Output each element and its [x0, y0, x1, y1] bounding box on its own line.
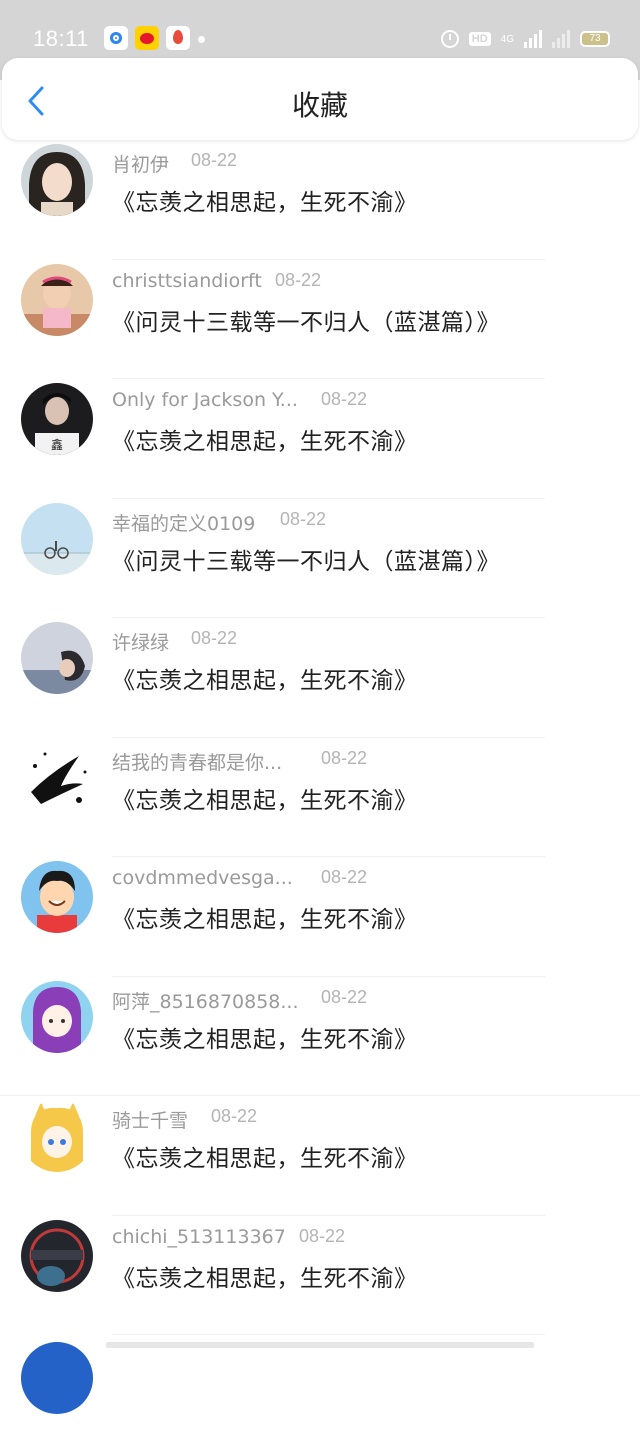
- item-title[interactable]: 《忘羡之相思起，生死不渝》: [112, 422, 418, 456]
- item-author[interactable]: 肖初伊: [112, 150, 169, 177]
- list-item[interactable]: 许绿绿 08-22 《忘羡之相思起，生死不渝》: [0, 618, 640, 738]
- item-date: 08-22: [191, 628, 238, 648]
- item-title[interactable]: 《忘羡之相思起，生死不渝》: [112, 1139, 418, 1173]
- item-date: 08-22: [321, 986, 368, 1007]
- avatar[interactable]: [21, 1219, 93, 1292]
- battery-icon: 73: [580, 31, 610, 47]
- item-author[interactable]: 阿萍_8516870858...: [112, 987, 299, 1014]
- item-author[interactable]: 结我的青春都是你...: [112, 748, 282, 775]
- avatar[interactable]: [21, 980, 93, 1053]
- item-author[interactable]: 幸福的定义0109: [112, 509, 255, 536]
- avatar[interactable]: [21, 1342, 93, 1414]
- list-item[interactable]: 结我的青春都是你... 08-22 《忘羡之相思起，生死不渝》: [0, 738, 640, 857]
- list-item[interactable]: christtsiandiorft 08-22 《问灵十三载等一不归人（蓝湛篇）…: [0, 260, 640, 379]
- item-author[interactable]: Only for Jackson Y...: [112, 389, 298, 411]
- signal-2-icon: [552, 30, 570, 48]
- item-author[interactable]: 许绿绿: [112, 628, 169, 655]
- item-author[interactable]: christtsiandiorft: [112, 270, 262, 292]
- list-item[interactable]: 阿萍_8516870858... 08-22 《忘羡之相思起，生死不渝》: [0, 977, 640, 1096]
- avatar[interactable]: [21, 263, 93, 336]
- item-date: 08-22: [275, 269, 322, 290]
- avatar[interactable]: [21, 1100, 93, 1172]
- list-item[interactable]: 肖初伊 08-22 《忘羡之相思起，生死不渝》: [0, 140, 640, 260]
- item-title[interactable]: 《忘羡之相思起，生死不渝》: [112, 781, 418, 815]
- item-title[interactable]: 《问灵十三载等一不归人（蓝湛篇）》: [112, 542, 500, 576]
- favorites-list: 肖初伊 08-22 《忘羡之相思起，生死不渝》 christtsiandiorf…: [0, 140, 640, 1455]
- item-title[interactable]: 《忘羡之相思起，生死不渝》: [112, 183, 418, 217]
- item-author[interactable]: chichi_513113367: [112, 1226, 286, 1248]
- item-title[interactable]: 《忘羡之相思起，生死不渝》: [112, 661, 418, 695]
- header: 收藏: [2, 58, 638, 140]
- avatar[interactable]: 鑫: [21, 383, 93, 455]
- avatar[interactable]: [21, 741, 93, 814]
- alarm-icon: [440, 30, 459, 48]
- status-indicators: HD 4G 73: [440, 26, 610, 52]
- item-date: 08-22: [211, 1106, 258, 1126]
- list-item[interactable]: chichi_513113367 08-22 《忘羡之相思起，生死不渝》: [0, 1216, 640, 1335]
- list-item[interactable]: 骑士千雪 08-22 《忘羡之相思起，生死不渝》: [0, 1096, 640, 1216]
- notification-dot-icon: [198, 36, 205, 43]
- item-title[interactable]: 《忘羡之相思起，生死不渝》: [112, 1259, 418, 1293]
- weibo-icon: [135, 26, 159, 50]
- item-author[interactable]: 骑士千雪: [112, 1106, 188, 1133]
- item-title[interactable]: 《问灵十三载等一不归人（蓝湛篇）》: [112, 303, 500, 337]
- item-author[interactable]: covdmmedvesga...: [112, 867, 293, 889]
- list-item[interactable]: covdmmedvesga... 08-22 《忘羡之相思起，生死不渝》: [0, 857, 640, 977]
- item-placeholder: [106, 1342, 534, 1348]
- item-date: 08-22: [321, 389, 368, 409]
- network-type: 4G: [500, 33, 514, 45]
- map-icon: [166, 26, 190, 50]
- browser-icon: [104, 26, 128, 50]
- item-title[interactable]: 《忘羡之相思起，生死不渝》: [112, 1020, 418, 1054]
- svg-text:鑫: 鑫: [51, 437, 63, 452]
- page-title: 收藏: [291, 89, 348, 122]
- signal-icon: [524, 30, 542, 48]
- item-title[interactable]: 《忘羡之相思起，生死不渝》: [112, 900, 418, 934]
- item-date: 08-22: [321, 747, 368, 768]
- hd-icon: HD: [468, 32, 491, 46]
- item-date: 08-22: [280, 508, 327, 529]
- list-item[interactable]: 幸福的定义0109 08-22 《问灵十三载等一不归人（蓝湛篇）》: [0, 499, 640, 618]
- avatar[interactable]: [21, 144, 93, 216]
- status-time: 18:11: [33, 26, 89, 51]
- item-date: 08-22: [299, 1225, 346, 1246]
- avatar[interactable]: [21, 622, 93, 694]
- item-date: 08-22: [321, 867, 368, 887]
- list-item[interactable]: 鑫 Only for Jackson Y... 08-22 《忘羡之相思起，生死…: [0, 379, 640, 499]
- avatar[interactable]: [21, 502, 93, 575]
- list-item-partial[interactable]: [0, 1335, 640, 1455]
- avatar[interactable]: [21, 861, 93, 933]
- item-date: 08-22: [191, 150, 238, 170]
